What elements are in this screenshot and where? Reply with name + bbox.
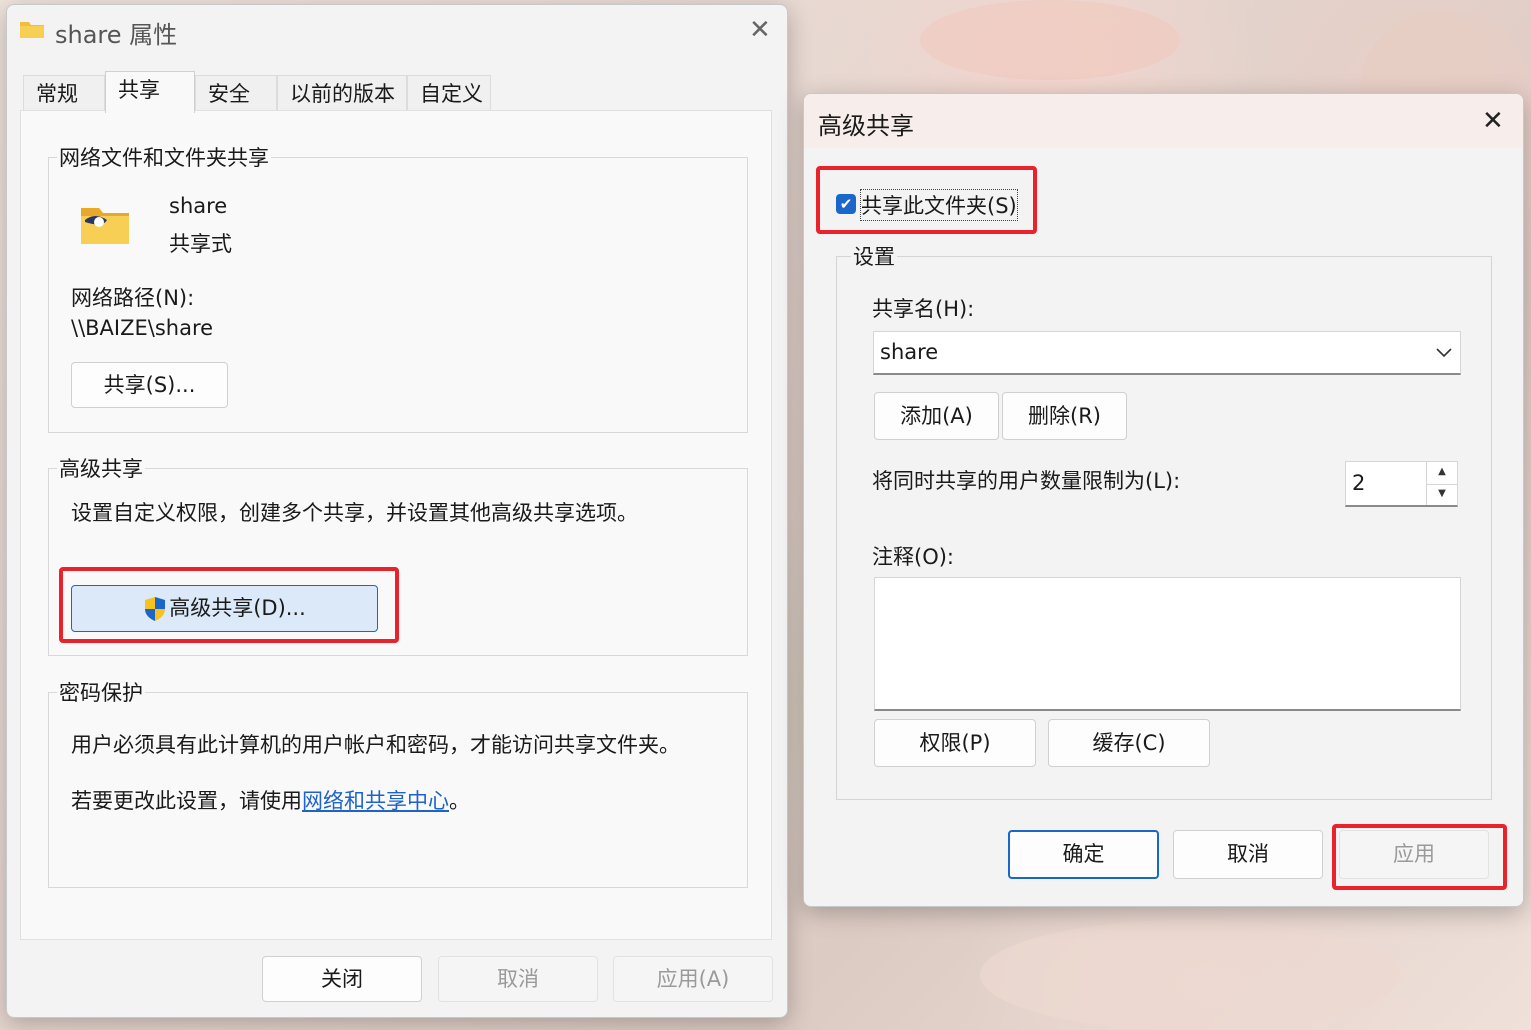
group-legend: 高级共享: [57, 453, 145, 483]
password-description: 用户必须具有此计算机的用户帐户和密码，才能访问共享文件夹。: [71, 733, 680, 757]
permissions-button[interactable]: 权限(P): [874, 719, 1036, 767]
advanced-sharing-dialog: 高级共享 ✕ ✔ 共享此文件夹(S) 设置 共享名(H): share 添加(A…: [803, 93, 1524, 907]
add-button[interactable]: 添加(A): [874, 392, 999, 440]
ok-button[interactable]: 确定: [1008, 830, 1159, 879]
window-title: share 属性: [55, 21, 178, 49]
uac-shield-icon: [145, 597, 166, 621]
wallpaper-shape: [980, 920, 1400, 1030]
user-limit-value: 2: [1352, 471, 1366, 495]
tab-customize[interactable]: 自定义: [407, 75, 491, 111]
tab-sharing[interactable]: 共享: [105, 71, 195, 113]
sharing-tab-panel: 网络文件和文件夹共享 share 共享式 网络路径(N): \\BAIZE\sh…: [20, 110, 772, 940]
network-path-label: 网络路径(N):: [71, 286, 195, 310]
group-legend: 网络文件和文件夹共享: [57, 142, 271, 172]
spin-down-icon[interactable]: ▼: [1427, 484, 1457, 506]
cancel-button[interactable]: 取消: [438, 956, 598, 1002]
share-folder-checkbox-label[interactable]: 共享此文件夹(S): [860, 189, 1018, 221]
dialog-title: 高级共享: [818, 112, 914, 140]
network-sharing-center-link[interactable]: 网络和共享中心: [302, 789, 449, 813]
shared-folder-icon: [81, 208, 129, 244]
folder-name: share: [169, 194, 228, 218]
share-button[interactable]: 共享(S)...: [71, 362, 228, 408]
close-button[interactable]: 关闭: [262, 956, 422, 1002]
title-bar: 高级共享 ✕: [804, 94, 1523, 148]
close-icon[interactable]: ✕: [1482, 108, 1504, 134]
checkmark-icon: ✔: [839, 195, 853, 213]
wallpaper-shape: [920, 0, 1180, 80]
spinner-buttons: ▲ ▼: [1426, 462, 1457, 505]
spin-up-icon[interactable]: ▲: [1427, 462, 1457, 485]
group-legend: 密码保护: [57, 677, 145, 707]
comment-label: 注释(O):: [872, 545, 954, 569]
password-protection-group: 密码保护 用户必须具有此计算机的用户帐户和密码，才能访问共享文件夹。 若要更改此…: [48, 677, 748, 888]
group-legend: 设置: [851, 241, 897, 271]
password-change-hint: 若要更改此设置，请使用网络和共享中心。: [71, 785, 470, 815]
advanced-sharing-button-label: 高级共享(D)...: [169, 596, 306, 620]
tab-security[interactable]: 安全: [195, 75, 277, 111]
share-folder-checkbox[interactable]: ✔: [836, 194, 856, 214]
tab-general[interactable]: 常规: [23, 75, 105, 111]
properties-window: share 属性 ✕ 常规 共享 安全 以前的版本 自定义 网络文件和文件夹共享…: [6, 4, 788, 1018]
close-icon[interactable]: ✕: [749, 17, 771, 43]
folder-share-status: 共享式: [169, 232, 232, 256]
advanced-sharing-button[interactable]: 高级共享(D)...: [71, 585, 378, 632]
share-name-value: share: [880, 340, 939, 364]
hint-suffix: 。: [449, 789, 470, 813]
folder-icon: [20, 22, 44, 38]
remove-button[interactable]: 删除(R): [1002, 392, 1127, 440]
hint-prefix: 若要更改此设置，请使用: [71, 789, 302, 813]
advanced-sharing-group: 高级共享 设置自定义权限，创建多个共享，并设置其他高级共享选项。 高级共享(D)…: [48, 453, 748, 656]
advanced-sharing-description: 设置自定义权限，创建多个共享，并设置其他高级共享选项。: [71, 501, 638, 525]
user-limit-label: 将同时共享的用户数量限制为(L):: [872, 469, 1181, 493]
cancel-button[interactable]: 取消: [1173, 830, 1323, 879]
tab-previous-versions[interactable]: 以前的版本: [277, 75, 407, 111]
network-path-value: \\BAIZE\share: [71, 316, 214, 340]
apply-button[interactable]: 应用(A): [613, 956, 773, 1002]
share-name-combobox[interactable]: share: [873, 331, 1461, 375]
settings-group: 设置 共享名(H): share 添加(A) 删除(R) 将同时共享的用户数量限…: [836, 241, 1492, 800]
title-bar: share 属性 ✕: [7, 5, 787, 55]
network-sharing-group: 网络文件和文件夹共享 share 共享式 网络路径(N): \\BAIZE\sh…: [48, 142, 748, 433]
caching-button[interactable]: 缓存(C): [1048, 719, 1210, 767]
apply-button[interactable]: 应用: [1339, 830, 1489, 879]
comment-textarea[interactable]: [874, 577, 1461, 711]
user-limit-spinner[interactable]: 2 ▲ ▼: [1345, 461, 1458, 507]
chevron-down-icon[interactable]: [1436, 348, 1452, 358]
share-name-label: 共享名(H):: [872, 297, 975, 321]
